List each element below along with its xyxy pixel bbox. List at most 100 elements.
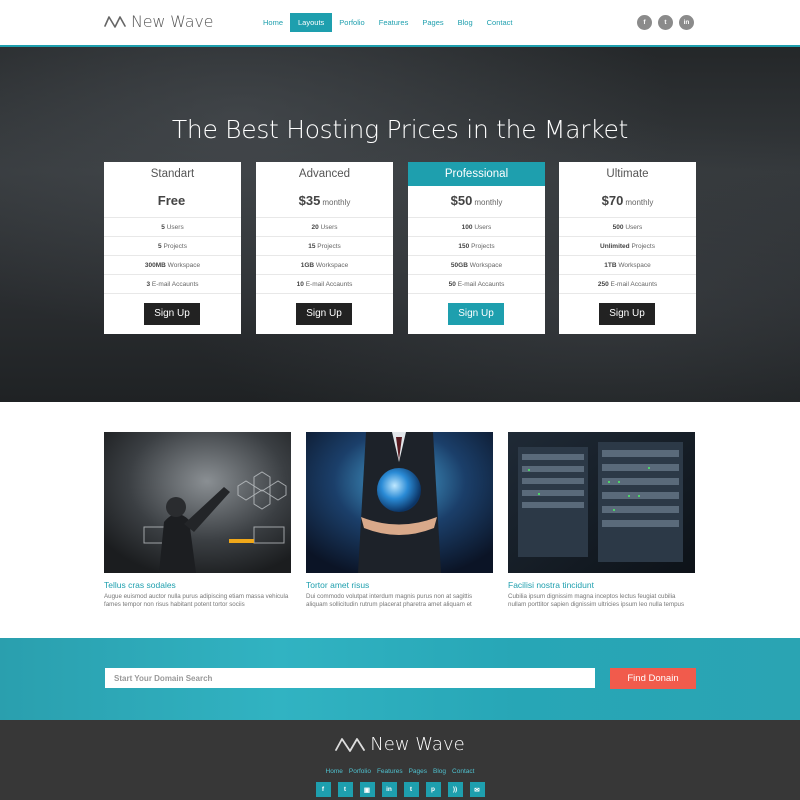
plan-feature-row: 300MB Workspace bbox=[104, 256, 241, 275]
footer-nav-contact[interactable]: Contact bbox=[452, 768, 474, 775]
plan-name: Advanced bbox=[298, 168, 351, 180]
wave-logo-icon bbox=[104, 15, 126, 28]
site-footer: New Wave Home Porfolio Features Pages Blog Co… bbox=[0, 720, 800, 800]
linkedin-icon[interactable]: in bbox=[381, 782, 397, 797]
facebook-icon[interactable]: f bbox=[637, 15, 652, 30]
price-period: monthly bbox=[322, 198, 351, 207]
feature-amount: 20 bbox=[311, 224, 319, 231]
site-header: New Wave Home Layouts Porfolio Features Page… bbox=[0, 0, 800, 47]
feature-card: Tellus cras sodales Augue euismod auctor … bbox=[104, 432, 291, 609]
plan-feature-row: 5 Projects bbox=[104, 237, 241, 256]
plan-name: Ultimate bbox=[606, 168, 649, 180]
linkedin-icon[interactable]: in bbox=[679, 15, 694, 30]
feature-label: E-mail Accaunts bbox=[150, 281, 199, 288]
pinterest-icon[interactable]: p bbox=[425, 782, 441, 797]
pricing-card-standart: Standart Free 5 Users 5 Projects 300MB Works… bbox=[104, 162, 241, 334]
logo[interactable]: New Wave bbox=[104, 12, 214, 31]
footer-nav-blog[interactable]: Blog bbox=[433, 768, 446, 775]
pricing-card-advanced: Advanced $35 monthly 20 Users 15 Projects 1GB… bbox=[256, 162, 393, 334]
domain-search-section: Find Donain bbox=[0, 638, 800, 720]
price-value: $70 bbox=[601, 193, 624, 208]
feature-label: Projects bbox=[469, 243, 495, 250]
feature-image[interactable] bbox=[306, 432, 493, 573]
hero-title: The Best Hosting Prices in the Market bbox=[171, 115, 629, 144]
plan-feature-row: 3 E-mail Accaunts bbox=[104, 275, 241, 294]
feature-amount: Unlimited bbox=[600, 243, 630, 250]
flickr-icon[interactable]: ▣ bbox=[359, 782, 375, 797]
feature-card: Facilisi nostra tincidunt Cubilia ipsum d… bbox=[508, 432, 695, 609]
plan-price: $35 monthly bbox=[256, 186, 393, 218]
plan-feature-row: 1TB Workspace bbox=[559, 256, 696, 275]
sign-up-button[interactable]: Sign Up bbox=[448, 303, 504, 325]
feature-amount: 10 bbox=[296, 281, 304, 288]
feature-label: Users bbox=[164, 224, 184, 231]
feature-label: Workspace bbox=[165, 262, 201, 269]
feature-title[interactable]: Tortor amet risus bbox=[306, 580, 493, 590]
sign-up-button[interactable]: Sign Up bbox=[599, 303, 655, 325]
pricing-card-ultimate: Ultimate $70 monthly 500 Users Unlimited Pro… bbox=[559, 162, 696, 334]
plan-feature-row: Unlimited Projects bbox=[559, 237, 696, 256]
feature-amount: 100 bbox=[461, 224, 473, 231]
rss-icon[interactable]: )) bbox=[447, 782, 463, 797]
footer-nav-features[interactable]: Features bbox=[377, 768, 403, 775]
footer-nav: Home Porfolio Features Pages Blog Contact bbox=[0, 768, 800, 775]
feature-label: Users bbox=[472, 224, 492, 231]
feature-text: Dui commodo volutpat interdum magnis pur… bbox=[306, 593, 473, 608]
plan-price: $70 monthly bbox=[559, 186, 696, 218]
feature-amount: 50GB bbox=[450, 262, 468, 269]
logo-text: New Wave bbox=[131, 12, 214, 31]
twitter-icon[interactable]: t bbox=[337, 782, 353, 797]
facebook-icon[interactable]: f bbox=[315, 782, 331, 797]
nav-item-blog[interactable]: Blog bbox=[451, 13, 480, 32]
sign-up-button[interactable]: Sign Up bbox=[296, 303, 352, 325]
feature-amount: 50 bbox=[448, 281, 456, 288]
nav-item-pages[interactable]: Pages bbox=[415, 13, 450, 32]
feature-title[interactable]: Facilisi nostra tincidunt bbox=[508, 580, 695, 590]
feature-amount: 1TB bbox=[604, 262, 617, 269]
footer-logo[interactable]: New Wave bbox=[0, 734, 800, 755]
feature-amount: 300MB bbox=[144, 262, 166, 269]
footer-nav-porfolio[interactable]: Porfolio bbox=[349, 768, 371, 775]
feature-label: Users bbox=[623, 224, 643, 231]
price-period: monthly bbox=[625, 198, 654, 207]
sign-up-button[interactable]: Sign Up bbox=[144, 303, 200, 325]
feature-title[interactable]: Tellus cras sodales bbox=[104, 580, 291, 590]
pricing-card-professional: Professional $50 monthly 100 Users 150 Proje… bbox=[408, 162, 545, 334]
main-nav: Home Layouts Porfolio Features Pages Blog Cont… bbox=[256, 13, 520, 32]
feature-label: Workspace bbox=[467, 262, 503, 269]
feature-label: Workspace bbox=[314, 262, 349, 269]
feature-amount: 150 bbox=[458, 243, 470, 250]
tumblr-icon[interactable]: t bbox=[403, 782, 419, 797]
feature-amount: 250 bbox=[597, 281, 609, 288]
price-value: $35 bbox=[298, 193, 321, 208]
footer-logo-text: New Wave bbox=[370, 734, 465, 755]
plan-price: Free bbox=[104, 186, 241, 218]
footer-nav-pages[interactable]: Pages bbox=[409, 768, 427, 775]
plan-feature-row: 150 Projects bbox=[408, 237, 545, 256]
plan-feature-row: 10 E-mail Accaunts bbox=[256, 275, 393, 294]
feature-image[interactable] bbox=[104, 432, 291, 573]
plan-feature-row: 5 Users bbox=[104, 218, 241, 237]
twitter-icon[interactable]: t bbox=[658, 15, 673, 30]
email-icon[interactable]: ✉ bbox=[469, 782, 485, 797]
feature-card: Tortor amet risus Dui commodo volutpat in… bbox=[306, 432, 493, 609]
header-social-links: f t in bbox=[637, 15, 694, 30]
nav-item-contact[interactable]: Contact bbox=[480, 13, 520, 32]
feature-text: Cubilia ipsum dignissim magna inceptos l… bbox=[508, 593, 685, 608]
nav-item-home[interactable]: Home bbox=[256, 13, 290, 32]
plan-feature-row: 1GB Workspace bbox=[256, 256, 393, 275]
feature-label: Users bbox=[318, 224, 338, 231]
feature-image[interactable] bbox=[508, 432, 695, 573]
nav-item-layouts[interactable]: Layouts bbox=[290, 13, 333, 32]
find-domain-button[interactable]: Find Donain bbox=[610, 668, 696, 689]
footer-social-links: f t ▣ in t p)) ✉ bbox=[0, 782, 800, 797]
nav-item-features[interactable]: Features bbox=[372, 13, 416, 32]
footer-nav-home[interactable]: Home bbox=[326, 768, 343, 775]
plan-feature-row: 15 Projects bbox=[256, 237, 393, 256]
plan-name: Standart bbox=[150, 168, 195, 180]
plan-feature-row: 250 E-mail Accaunts bbox=[559, 275, 696, 294]
feature-label: Projects bbox=[629, 243, 655, 250]
nav-item-porfolio[interactable]: Porfolio bbox=[332, 13, 371, 32]
plan-feature-row: 50GB Workspace bbox=[408, 256, 545, 275]
domain-search-input[interactable] bbox=[105, 668, 595, 688]
